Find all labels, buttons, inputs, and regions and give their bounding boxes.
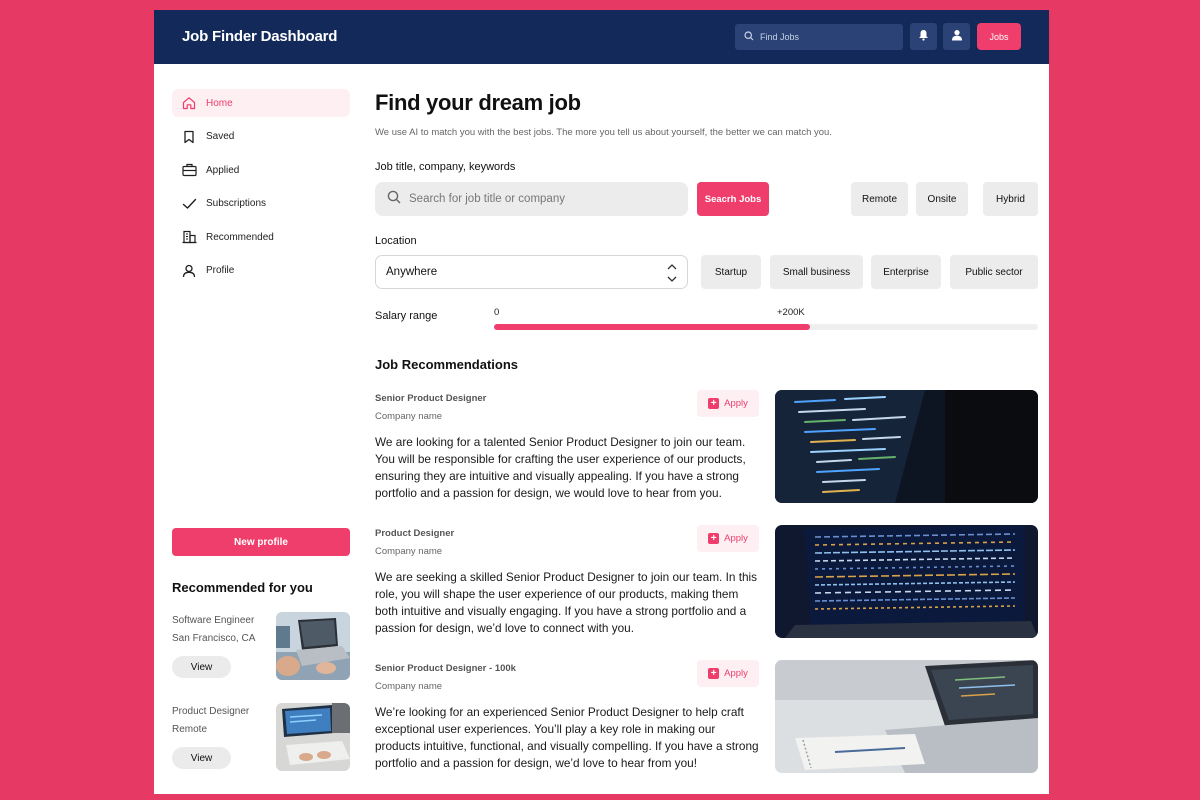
- main-content: Find your dream job We use AI to match y…: [375, 10, 1045, 794]
- search-icon: [387, 190, 401, 209]
- job-description: We are looking for a talented Senior Pro…: [375, 435, 746, 500]
- sidebar-item-applied[interactable]: Applied: [172, 156, 350, 184]
- apply-label: Apply: [724, 533, 748, 544]
- sidebar-item-label: Recommended: [206, 231, 274, 243]
- job-recommendations-title: Job Recommendations: [375, 357, 519, 372]
- app-title: Job Finder Dashboard: [182, 28, 338, 45]
- job-title: Product Designer: [375, 528, 455, 539]
- sidebar-item-label: Saved: [206, 131, 235, 143]
- recommended-job-title: Product Designer: [172, 706, 250, 717]
- recommended-for-you-title: Recommended for you: [172, 580, 313, 595]
- job-company: Company name: [375, 546, 443, 557]
- sidebar-item-home[interactable]: Home: [172, 89, 350, 117]
- search-jobs-button[interactable]: Seacrh Jobs: [697, 182, 769, 216]
- location-label: Location: [375, 235, 417, 247]
- salary-label: Salary range: [375, 310, 438, 322]
- plus-icon: +: [708, 533, 720, 544]
- job-card: Senior Product Designer Company name + A…: [375, 390, 1038, 505]
- filter-hybrid[interactable]: Hybrid: [983, 182, 1038, 216]
- sidebar-item-recommended[interactable]: Recommended: [172, 223, 350, 251]
- briefcase-icon: [181, 162, 197, 178]
- job-description: We are seeking a skilled Senior Product …: [375, 570, 758, 635]
- filter-enterprise[interactable]: Enterprise: [871, 255, 941, 289]
- location-value: Anywhere: [386, 266, 438, 278]
- user-icon: [181, 263, 197, 279]
- salary-slider-fill[interactable]: [494, 324, 810, 330]
- page-subtitle: We use AI to match you with the best job…: [375, 127, 832, 138]
- sidebar-item-saved[interactable]: Saved: [172, 123, 350, 151]
- keyword-label: Job title, company, keywords: [375, 161, 516, 173]
- plus-icon: +: [708, 668, 720, 679]
- chevron-updown-icon: [666, 262, 678, 284]
- plus-icon: +: [708, 398, 720, 409]
- page-title: Find your dream job: [375, 90, 581, 115]
- job-company: Company name: [375, 411, 443, 422]
- sidebar-nav: Home Saved Applied Subscriptions Recomme…: [172, 89, 350, 291]
- bookmark-icon: [181, 129, 197, 145]
- monitor-photo: [276, 703, 350, 771]
- location-select[interactable]: Anywhere: [375, 255, 688, 289]
- sidebar-item-label: Profile: [206, 265, 235, 277]
- job-title: Senior Product Designer: [375, 393, 487, 404]
- recommended-job-location: Remote: [172, 724, 208, 735]
- apply-button[interactable]: + Apply: [697, 390, 759, 417]
- filter-public-sector[interactable]: Public sector: [950, 255, 1038, 289]
- apply-label: Apply: [724, 398, 748, 409]
- sidebar-item-profile[interactable]: Profile: [172, 257, 350, 285]
- sidebar-item-label: Applied: [206, 164, 240, 176]
- apply-button[interactable]: + Apply: [697, 660, 759, 687]
- building-icon: [181, 229, 197, 245]
- job-card: Product Designer Company name + Apply We…: [375, 525, 1038, 640]
- view-button[interactable]: View: [172, 747, 231, 769]
- view-button[interactable]: View: [172, 656, 231, 678]
- job-title: Senior Product Designer - 100k: [375, 663, 516, 674]
- salary-slider[interactable]: [494, 324, 1038, 330]
- filter-onsite[interactable]: Onsite: [916, 182, 968, 216]
- sidebar-item-label: Subscriptions: [206, 198, 267, 210]
- job-card: Senior Product Designer - 100k Company n…: [375, 660, 1038, 775]
- filter-remote[interactable]: Remote: [851, 182, 908, 216]
- salary-max-value: +200K: [777, 307, 805, 318]
- code-screen-photo: [775, 390, 1038, 503]
- job-search-input[interactable]: [409, 193, 669, 205]
- salary-min-value: 0: [494, 307, 500, 318]
- laptop-code-photo: [775, 525, 1038, 638]
- laptop-photo: [276, 612, 350, 680]
- job-search-box[interactable]: [375, 182, 688, 216]
- recommended-job-title: Software Engineer: [172, 615, 255, 626]
- check-icon: [181, 196, 197, 212]
- recommended-job-location: San Francisco, CA: [172, 633, 256, 644]
- filter-startup[interactable]: Startup: [701, 255, 761, 289]
- job-description: We’re looking for an experienced Senior …: [375, 705, 759, 770]
- apply-button[interactable]: + Apply: [697, 525, 759, 552]
- apply-label: Apply: [724, 668, 748, 679]
- desk-laptop-photo: [775, 660, 1038, 773]
- new-profile-button[interactable]: New profile: [172, 528, 350, 556]
- job-company: Company name: [375, 681, 443, 692]
- app-window: Job Finder Dashboard Jobs Home: [154, 10, 1049, 794]
- filter-small-business[interactable]: Small business: [770, 255, 863, 289]
- home-icon: [181, 95, 197, 111]
- recommended-card: Product Designer Remote View: [172, 703, 350, 773]
- sidebar-item-label: Home: [206, 97, 233, 109]
- recommended-card: Software Engineer San Francisco, CA View: [172, 612, 350, 682]
- sidebar-item-subscriptions[interactable]: Subscriptions: [172, 190, 350, 218]
